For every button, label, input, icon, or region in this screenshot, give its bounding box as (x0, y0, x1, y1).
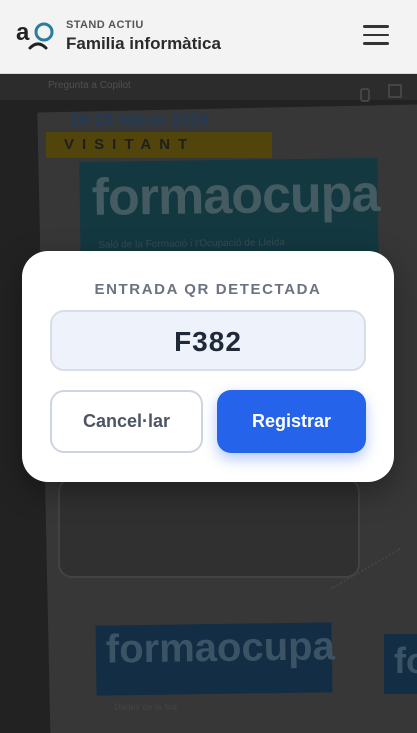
qr-detected-dialog: ENTRADA QR DETECTADA F382 Cancel·lar Reg… (22, 251, 394, 482)
register-button[interactable]: Registrar (217, 390, 366, 453)
ticket-code-value: F382 (174, 326, 242, 357)
cancel-button[interactable]: Cancel·lar (50, 390, 203, 453)
hamburger-menu-button[interactable] (363, 25, 389, 47)
menu-bar-icon (363, 33, 389, 36)
svg-text:a: a (16, 19, 30, 46)
ticket-code-field: F382 (50, 310, 366, 371)
menu-bar-icon (363, 25, 389, 28)
header-subtitle: STAND ACTIU (66, 19, 144, 31)
app-logo-icon: a (16, 19, 54, 50)
dialog-title: ENTRADA QR DETECTADA (94, 281, 322, 298)
menu-bar-icon (363, 42, 389, 45)
header-title: Familia informàtica (66, 34, 221, 53)
app-header: a STAND ACTIU Familia informàtica (0, 0, 417, 74)
